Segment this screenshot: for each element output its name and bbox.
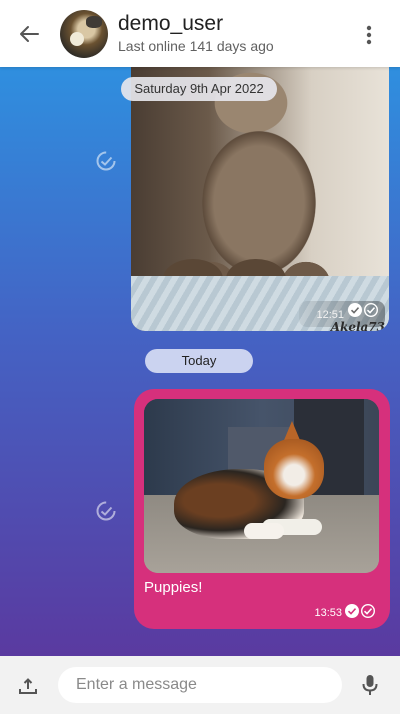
mic-icon bbox=[362, 675, 378, 695]
message-photo[interactable] bbox=[144, 399, 379, 573]
message-composer bbox=[0, 656, 400, 714]
chat-app: demo_user Last online 141 days ago 12:51 bbox=[0, 0, 400, 714]
message-caption: Puppies! bbox=[144, 579, 203, 596]
last-online-status: Last online 141 days ago bbox=[118, 38, 274, 54]
message-list[interactable]: 12:51 Akela73 Saturday 9th Apr 2022 Toda… bbox=[0, 67, 400, 656]
chat-header: demo_user Last online 141 days ago bbox=[0, 0, 400, 67]
date-divider: Saturday 9th Apr 2022 bbox=[121, 77, 277, 101]
more-vert-icon bbox=[366, 25, 372, 45]
upload-icon bbox=[19, 678, 37, 694]
mic-button[interactable] bbox=[358, 672, 382, 698]
back-button[interactable] bbox=[14, 20, 46, 48]
attach-button[interactable] bbox=[16, 674, 40, 698]
contact-name[interactable]: demo_user bbox=[118, 12, 223, 36]
double-check-icon bbox=[344, 603, 378, 624]
image-message[interactable]: 12:51 Akela73 bbox=[131, 67, 389, 331]
date-divider-today: Today bbox=[145, 349, 253, 373]
seen-status-icon bbox=[94, 499, 118, 523]
outgoing-message-bubble[interactable]: Puppies! 13:53 bbox=[134, 389, 390, 629]
more-options-button[interactable] bbox=[358, 22, 380, 48]
image-watermark: Akela73 bbox=[330, 320, 385, 331]
arrow-left-icon bbox=[20, 26, 39, 42]
message-time: 13:53 bbox=[314, 607, 342, 619]
message-input[interactable] bbox=[58, 667, 342, 703]
seen-status-icon bbox=[94, 149, 118, 173]
avatar[interactable] bbox=[60, 10, 108, 58]
